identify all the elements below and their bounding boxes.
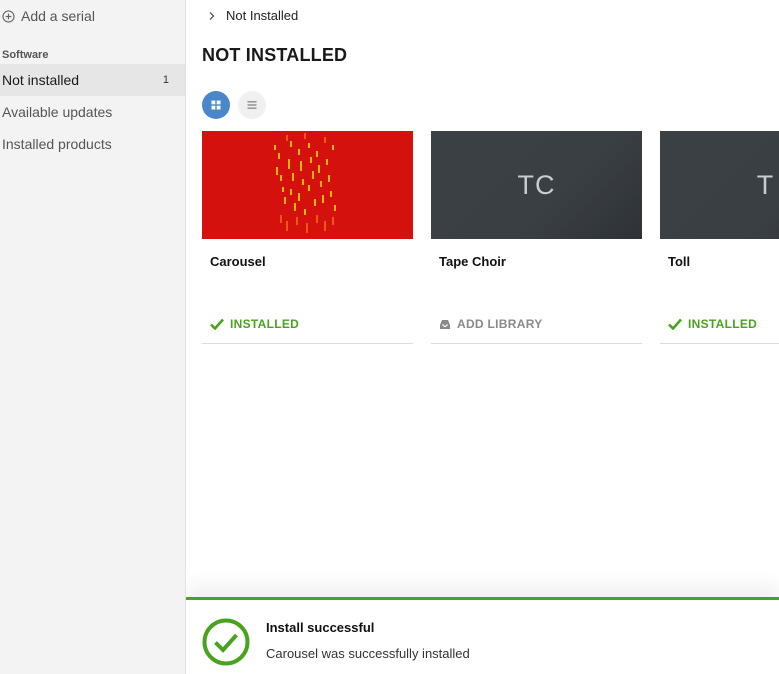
installed-status: INSTALLED: [668, 317, 757, 331]
product-card-toll[interactable]: T Toll INSTALLED: [660, 131, 779, 344]
installed-status: INSTALLED: [210, 317, 299, 331]
product-name: Carousel: [210, 254, 266, 269]
install-success-toast: Install successful Carousel was successf…: [186, 597, 779, 674]
breadcrumb: Not Installed: [208, 8, 298, 23]
sidebar-item-label: Available updates: [2, 104, 113, 120]
sidebar-item-available-updates[interactable]: Available updates: [0, 96, 185, 128]
page-title: NOT INSTALLED: [202, 45, 348, 65]
add-serial-label: Add a serial: [21, 8, 95, 24]
product-thumbnail: [202, 131, 413, 239]
main-content: Not Installed NOT INSTALLED Carousel INS…: [186, 0, 779, 674]
product-thumbnail: TC: [431, 131, 642, 239]
product-initials: T: [756, 169, 775, 200]
add-serial-button[interactable]: Add a serial: [0, 0, 185, 32]
status-label: ADD LIBRARY: [457, 317, 543, 331]
status-label: INSTALLED: [230, 317, 300, 331]
sidebar-item-count: 1: [162, 74, 169, 86]
sidebar-item-not-installed[interactable]: Not installed 1: [0, 64, 185, 96]
product-name: Toll: [668, 254, 691, 269]
checkmark-icon: [668, 318, 682, 330]
product-grid: Carousel INSTALLED TC Tape Choir ADD LIB…: [202, 131, 779, 344]
breadcrumb-current[interactable]: Not Installed: [226, 8, 298, 23]
sidebar-item-installed-products[interactable]: Installed products: [0, 128, 185, 160]
list-icon: [247, 101, 257, 109]
sidebar-item-label: Installed products: [2, 136, 112, 152]
grid-icon: [211, 100, 221, 110]
sidebar: Add a serial Software Not installed 1 Av…: [0, 0, 186, 674]
app-window: Add a serial Software Not installed 1 Av…: [0, 0, 779, 674]
product-card-carousel[interactable]: Carousel INSTALLED: [202, 131, 413, 344]
plus-circle-icon: [2, 9, 15, 23]
toast-title: Install successful: [266, 620, 375, 635]
view-toggle: [202, 91, 266, 119]
sidebar-section-software: Software: [2, 49, 49, 61]
carousel-artwork-icon: [273, 133, 336, 233]
grid-view-button[interactable]: [202, 91, 230, 119]
list-view-button[interactable]: [238, 91, 266, 119]
product-initials: TC: [517, 169, 556, 200]
checkmark-icon: [210, 318, 224, 330]
status-label: INSTALLED: [688, 317, 758, 331]
add-library-button[interactable]: ADD LIBRARY: [439, 317, 543, 331]
sidebar-item-label: Not installed: [2, 72, 80, 88]
chevron-right-icon: [209, 11, 215, 20]
inbox-icon: [440, 319, 450, 329]
toast-message: Carousel was successfully installed: [266, 646, 470, 661]
product-card-tape-choir[interactable]: TC Tape Choir ADD LIBRARY: [431, 131, 642, 344]
product-name: Tape Choir: [439, 254, 506, 269]
success-check-circle-icon: [202, 618, 250, 666]
product-thumbnail: T: [660, 131, 779, 239]
